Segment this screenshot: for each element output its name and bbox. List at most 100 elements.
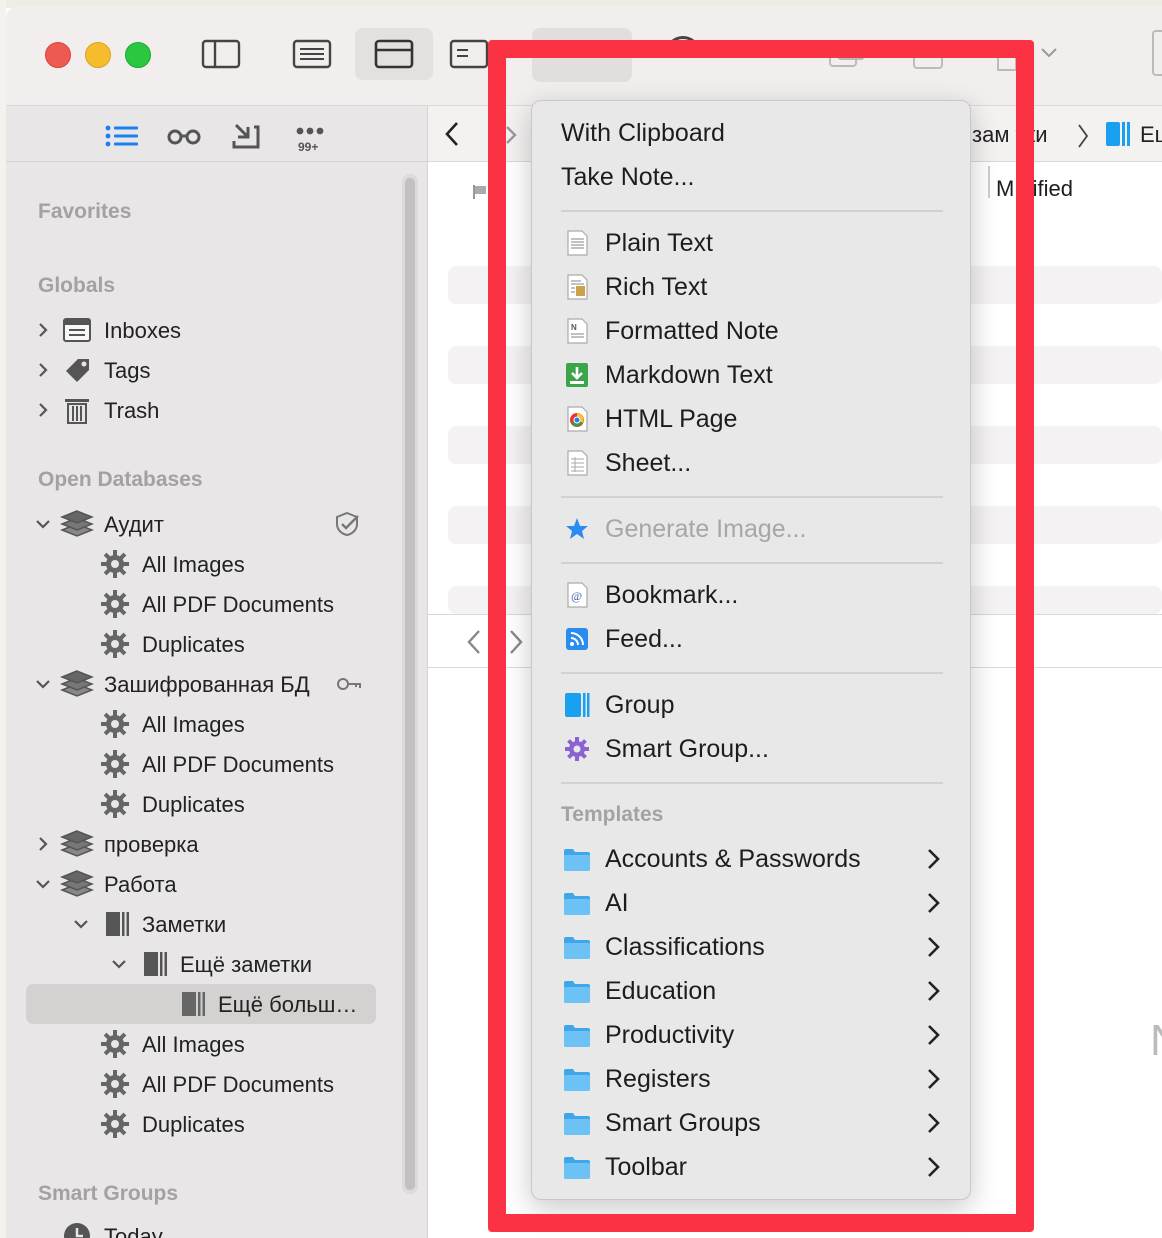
breadcrumb-separator-icon xyxy=(1076,122,1090,150)
sidebar-item-label: Duplicates xyxy=(142,1112,245,1137)
gear-icon xyxy=(100,629,130,659)
import-icon xyxy=(232,123,260,149)
verified-shield-icon xyxy=(334,511,360,537)
flag-icon[interactable] xyxy=(472,184,488,200)
database-name: Аудит xyxy=(104,512,164,537)
gear-icon xyxy=(100,709,130,739)
tag-icon xyxy=(62,355,92,385)
close-window-button[interactable] xyxy=(45,42,71,68)
sidebar-item-label: Inboxes xyxy=(104,318,182,343)
view-list-button[interactable] xyxy=(273,28,351,80)
smart-group-all-images[interactable]: All Images xyxy=(6,544,406,584)
chevron-down-icon[interactable] xyxy=(34,675,52,693)
smart-group-duplicates[interactable]: Duplicates xyxy=(6,1104,406,1144)
breadcrumb-current[interactable]: Ещ xyxy=(1140,122,1162,148)
section-smart-groups: Smart Groups xyxy=(38,1182,179,1205)
smart-group-today[interactable]: Today xyxy=(6,1216,406,1238)
sidebar-item-label: Trash xyxy=(104,398,160,423)
chevron-right-icon[interactable] xyxy=(34,321,52,339)
database-name: Зашифрованная БД xyxy=(104,672,310,697)
smart-group-all-pdf[interactable]: All PDF Documents xyxy=(6,744,406,784)
sidebar-item-label: All Images xyxy=(142,712,245,737)
sidebar-item-tags[interactable]: Tags xyxy=(6,350,406,390)
reading-list-tab[interactable] xyxy=(164,116,204,156)
sidebar-item-label: All PDF Documents xyxy=(142,592,334,617)
chevron-down-icon[interactable] xyxy=(1040,46,1058,60)
sidebar-item-inboxes[interactable]: Inboxes xyxy=(6,310,406,350)
list-view-icon xyxy=(292,39,332,69)
chevron-right-icon[interactable] xyxy=(34,835,52,853)
section-open-databases: Open Databases xyxy=(38,468,203,491)
sidebar-item-label: Ещё больш… xyxy=(218,992,358,1017)
group-icon xyxy=(178,989,208,1019)
back-icon[interactable] xyxy=(442,120,462,148)
group-even-more-selected[interactable]: Ещё больш… xyxy=(6,984,406,1024)
database-icon xyxy=(60,668,94,700)
smart-group-all-pdf[interactable]: All PDF Documents xyxy=(6,584,406,624)
chevron-right-icon[interactable] xyxy=(34,361,52,379)
annotation-highlight-box xyxy=(488,40,1034,1232)
view-split-button[interactable] xyxy=(355,28,433,80)
database-check[interactable]: проверка xyxy=(6,824,406,864)
gear-icon xyxy=(100,1029,130,1059)
chevron-down-icon[interactable] xyxy=(72,915,90,933)
zoom-window-button[interactable] xyxy=(125,42,151,68)
sidebar-item-label: Заметки xyxy=(142,912,227,937)
gear-icon xyxy=(100,589,130,619)
preview-text-fragment: N xyxy=(1150,1016,1162,1066)
gear-icon xyxy=(100,789,130,819)
sidebar-tabs: 99+ xyxy=(6,106,428,162)
database-icon xyxy=(60,868,94,900)
chevron-down-icon[interactable] xyxy=(34,875,52,893)
section-globals: Globals xyxy=(38,274,116,297)
gear-icon xyxy=(100,549,130,579)
sidebar-item-label: All Images xyxy=(142,552,245,577)
navigate-tab[interactable] xyxy=(102,116,142,156)
group-icon xyxy=(102,909,132,939)
sidebar-item-label: All PDF Documents xyxy=(142,752,334,777)
sidebar-item-label: Duplicates xyxy=(142,792,245,817)
smart-group-all-images[interactable]: All Images xyxy=(6,1024,406,1064)
minimize-window-button[interactable] xyxy=(85,42,111,68)
group-notes[interactable]: Заметки xyxy=(6,904,406,944)
list-icon xyxy=(105,125,138,147)
glasses-icon xyxy=(167,129,201,145)
gear-icon xyxy=(100,749,130,779)
prev-document-icon[interactable] xyxy=(466,629,482,655)
group-blue-icon xyxy=(1104,120,1132,148)
clock-icon xyxy=(62,1221,92,1238)
section-favorites: Favorites xyxy=(38,200,132,223)
sidebar-item-label: Tags xyxy=(104,358,151,383)
sidebar-item-label: Ещё заметки xyxy=(180,952,313,977)
chevron-right-icon[interactable] xyxy=(34,401,52,419)
database-work[interactable]: Работа xyxy=(6,864,406,904)
scrollbar-thumb[interactable] xyxy=(405,178,415,1190)
sidebar-scrollbar[interactable] xyxy=(402,174,418,1194)
columns-view-icon xyxy=(449,39,489,69)
database-audit[interactable]: Аудит xyxy=(6,504,406,544)
database-name: Работа xyxy=(104,872,177,897)
sidebar-toggle-button[interactable] xyxy=(182,28,260,80)
import-tab[interactable] xyxy=(226,116,266,156)
database-icon xyxy=(60,828,94,860)
trash-icon xyxy=(62,395,92,425)
smart-group-all-images[interactable]: All Images xyxy=(6,704,406,744)
chevron-down-icon[interactable] xyxy=(110,955,128,973)
sidebar-item-label: All PDF Documents xyxy=(142,1072,334,1097)
database-encrypted[interactable]: Зашифрованная БД xyxy=(6,664,406,704)
search-field-edge[interactable] xyxy=(1152,30,1162,76)
sidebar-icon xyxy=(201,39,241,69)
smart-group-duplicates[interactable]: Duplicates xyxy=(6,624,406,664)
split-view-icon xyxy=(374,39,414,69)
chevron-down-icon[interactable] xyxy=(34,515,52,533)
gear-icon xyxy=(100,1069,130,1099)
database-name: проверка xyxy=(104,832,199,857)
inbox-icon xyxy=(62,315,92,345)
smart-group-duplicates[interactable]: Duplicates xyxy=(6,784,406,824)
key-icon xyxy=(336,671,362,697)
group-more-notes[interactable]: Ещё заметки xyxy=(6,944,406,984)
sidebar-item-trash[interactable]: Trash xyxy=(6,390,406,430)
more-badge: 99+ xyxy=(298,140,319,154)
smart-group-all-pdf[interactable]: All PDF Documents xyxy=(6,1064,406,1104)
sidebar: 99+ Favorites Globals Inboxes Tags Trash… xyxy=(6,106,428,1238)
